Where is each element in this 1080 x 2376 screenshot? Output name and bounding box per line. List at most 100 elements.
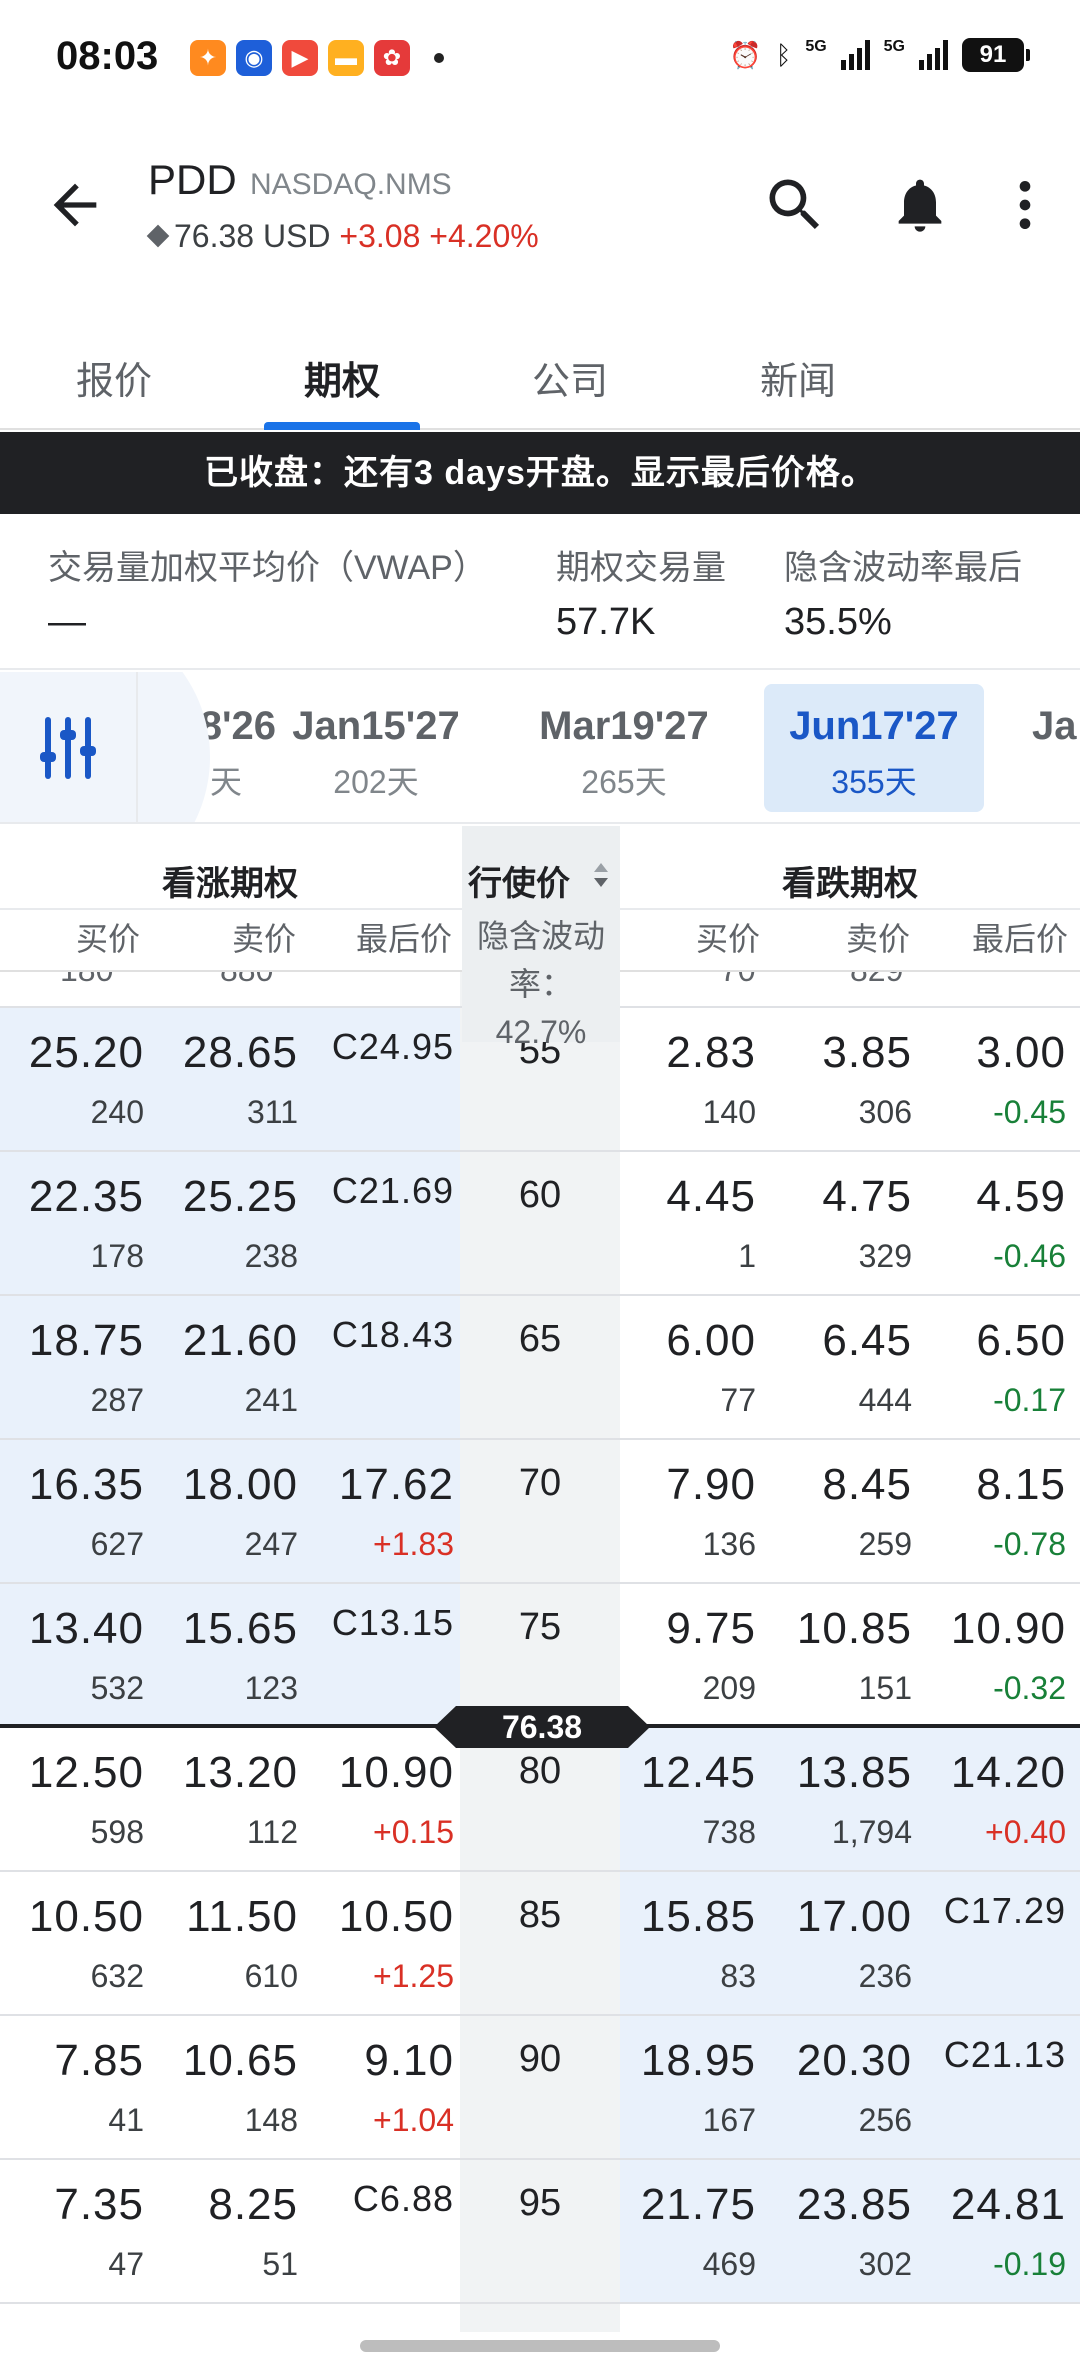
tab-company[interactable]: 公司 [490, 350, 650, 405]
current-price-value: 76.38 [501, 1709, 583, 1745]
call-bid-price[interactable]: 18.75 [0, 1316, 144, 1366]
call-change: +0.15 [373, 1814, 454, 1850]
call-ask-size: 148 [244, 2102, 298, 2138]
call-last-price[interactable]: 9.10 [304, 2036, 454, 2086]
put-bid-price[interactable]: 18.95 [612, 2036, 756, 2086]
price-summary: 76.38 USD +3.08 +4.20% [146, 218, 539, 255]
call-last-price[interactable]: C18.43 [304, 1314, 454, 1356]
call-bid-price[interactable]: 22.35 [0, 1172, 144, 1222]
wallet-app-icon: ▬ [328, 40, 364, 76]
table-row[interactable]: 18.75 287 21.60 241 C18.43 6.00 77 6.45 444 6.50 -… [0, 1296, 1080, 1440]
call-bid-price[interactable]: 13.40 [0, 1604, 144, 1654]
strike-header[interactable]: 行使价 隐含波动率： 42.7% [462, 826, 620, 1050]
put-last-price[interactable]: 4.59 [918, 1172, 1066, 1222]
call-bid-price[interactable]: 25.20 [0, 1028, 144, 1078]
call-bid-price[interactable]: 16.35 [0, 1460, 144, 1510]
call-last-price[interactable]: 17.62 [304, 1460, 454, 1510]
put-ask-price[interactable]: 8.45 [764, 1460, 912, 1510]
call-last-price[interactable]: C6.88 [304, 2178, 454, 2220]
table-row[interactable]: 10.50 632 11.50 610 10.50 +1.25 15.85 83 17.00 23… [0, 1872, 1080, 2016]
put-last-price[interactable]: 3.00 [918, 1028, 1066, 1078]
options-stats: 交易量加权平均价（VWAP） — 期权交易量 57.7K 隐含波动率最后 35.… [0, 514, 1080, 670]
options-chain: 180 880 70 829 25.2024028.65311C24.952.8… [0, 972, 1080, 2332]
put-bid-price[interactable]: 21.75 [612, 2180, 756, 2230]
expiration-option-selected[interactable]: Jun17'27 355天 [764, 684, 984, 812]
call-bid-price[interactable]: 12.50 [0, 1748, 144, 1798]
put-ask-price[interactable]: 17.00 [764, 1892, 912, 1942]
table-row[interactable]: 22.35 178 25.25 238 C21.69 4.45 1 4.75 329 4.59 -0… [0, 1152, 1080, 1296]
expiration-option[interactable]: Ja 5 [1010, 684, 1080, 812]
put-ask-price[interactable]: 13.85 [764, 1748, 912, 1798]
tab-options[interactable]: 期权 [262, 350, 422, 405]
expiration-option[interactable]: Jan15'27 202天 [266, 684, 486, 812]
tab-news[interactable]: 新闻 [718, 350, 878, 405]
put-ask-price[interactable]: 3.85 [764, 1028, 912, 1078]
call-ask-price[interactable]: 25.25 [150, 1172, 298, 1222]
expiration-date: Mar19'27 [539, 704, 709, 748]
put-bid-price[interactable]: 12.45 [612, 1748, 756, 1798]
arrow-left-icon [53, 183, 97, 227]
stat-label: 期权交易量 [556, 549, 726, 587]
stat-label: 交易量加权平均价（VWAP） [48, 549, 487, 587]
put-last-price[interactable]: C21.13 [918, 2034, 1066, 2076]
put-last-price[interactable]: 8.15 [918, 1460, 1066, 1510]
puts-header: 看跌期权 [782, 865, 918, 903]
table-row[interactable]: 7.85 41 10.65 148 9.10 +1.04 18.95 167 20.30 256 C… [0, 2016, 1080, 2160]
notifications-button[interactable] [885, 170, 955, 240]
stat-implied-volatility: 隐含波动率最后 35.5% [784, 540, 1022, 644]
table-row[interactable]: 16.35 627 18.00 247 17.62 +1.83 7.90 136 8.45 259… [0, 1440, 1080, 1584]
battery-icon: 91 [962, 38, 1030, 72]
put-last-price[interactable]: 10.90 [918, 1604, 1066, 1654]
call-last-price[interactable]: C21.69 [304, 1170, 454, 1212]
put-last-price[interactable]: 6.50 [918, 1316, 1066, 1366]
put-bid-price[interactable]: 9.75 [612, 1604, 756, 1654]
tab-quote[interactable]: 报价 [34, 350, 194, 405]
put-change: -0.78 [993, 1526, 1066, 1562]
put-last-price[interactable]: 24.81 [918, 2180, 1066, 2230]
call-bid-price[interactable]: 10.50 [0, 1892, 144, 1942]
back-button[interactable] [40, 170, 110, 240]
put-ask-price[interactable]: 23.85 [764, 2180, 912, 2230]
call-ask-price[interactable]: 15.65 [150, 1604, 298, 1654]
search-button[interactable] [760, 170, 830, 240]
expiration-option[interactable]: Mar19'27 265天 [514, 684, 734, 812]
put-ask-size: 306 [858, 1094, 912, 1130]
call-ask-price[interactable]: 8.25 [150, 2180, 298, 2230]
put-last-price[interactable]: C17.29 [918, 1890, 1066, 1932]
call-ask-price[interactable]: 13.20 [150, 1748, 298, 1798]
put-last-price[interactable]: 14.20 [918, 1748, 1066, 1798]
network-type-label: 5G [883, 38, 905, 55]
call-last-price[interactable]: 10.50 [304, 1892, 454, 1942]
put-bid-price[interactable]: 7.90 [612, 1460, 756, 1510]
put-ask-price[interactable]: 4.75 [764, 1172, 912, 1222]
call-bid-size: 532 [90, 1670, 144, 1706]
put-ask-price[interactable]: 20.30 [764, 2036, 912, 2086]
put-ask-price[interactable]: 10.85 [764, 1604, 912, 1654]
call-ask-price[interactable]: 10.65 [150, 2036, 298, 2086]
home-indicator[interactable] [360, 2340, 720, 2352]
filter-button[interactable] [0, 672, 138, 822]
call-ask-price[interactable]: 18.00 [150, 1460, 298, 1510]
put-change: -0.45 [993, 1094, 1066, 1130]
put-bid-price[interactable]: 4.45 [612, 1172, 756, 1222]
table-row[interactable]: 7.35 47 8.25 51 C6.88 21.75 469 23.85 302 24.81 -0… [0, 2160, 1080, 2304]
put-ask-price[interactable]: 6.45 [764, 1316, 912, 1366]
table-row[interactable]: 12.50 598 13.20 112 10.90 +0.15 12.45 738 13.85 1… [0, 1728, 1080, 1872]
current-price-marker: 76.38 [434, 1706, 650, 1748]
call-bid-price[interactable]: 7.85 [0, 2036, 144, 2086]
call-last-price[interactable]: C24.95 [304, 1026, 454, 1068]
call-bid-price[interactable]: 7.35 [0, 2180, 144, 2230]
call-last-price[interactable]: C13.15 [304, 1602, 454, 1644]
ticker-symbol: PDD [148, 156, 237, 203]
call-ask-price[interactable]: 21.60 [150, 1316, 298, 1366]
more-options-button[interactable] [990, 170, 1060, 240]
put-bid-price[interactable]: 6.00 [612, 1316, 756, 1366]
call-bid-size: 627 [90, 1526, 144, 1562]
call-last-price[interactable]: 10.90 [304, 1748, 454, 1798]
put-bid-price[interactable]: 15.85 [612, 1892, 756, 1942]
search-icon [769, 179, 820, 230]
put-bid-price[interactable]: 2.83 [612, 1028, 756, 1078]
call-ask-price[interactable]: 28.65 [150, 1028, 298, 1078]
call-ask-price[interactable]: 11.50 [150, 1892, 298, 1942]
alarm-icon: ⏰ [729, 39, 762, 70]
